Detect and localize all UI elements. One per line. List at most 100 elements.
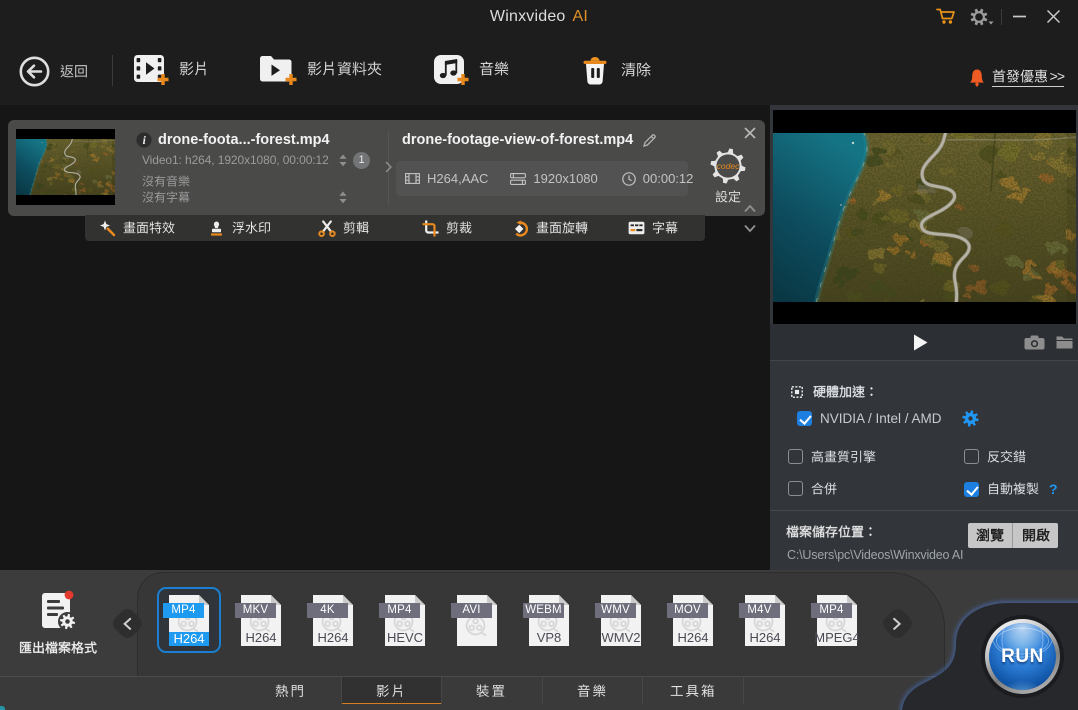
- file-entry-card[interactable]: i drone-foota...-forest.mp4 Video1: h264…: [8, 120, 765, 216]
- video-add-icon: [133, 54, 170, 86]
- merge-label: [811, 481, 837, 496]
- edit-tool-watermark[interactable]: [188, 220, 291, 237]
- minimize-button[interactable]: [1002, 0, 1036, 33]
- snapshot-camera-icon[interactable]: [1024, 335, 1045, 350]
- export-format-button[interactable]: [8, 588, 108, 655]
- format-card-doc: WMVWMV2: [601, 595, 641, 646]
- corner-accent: [0, 706, 5, 710]
- list-scroll-arrows[interactable]: [743, 200, 757, 240]
- format-codec-label: WMV2: [597, 630, 645, 645]
- format-card-4k-h264[interactable]: 4KH264: [297, 584, 369, 656]
- open-button[interactable]: [1013, 523, 1058, 548]
- edit-tool-label: [446, 221, 472, 236]
- hq-engine-checkbox[interactable]: [788, 449, 803, 464]
- storage-label-text: [786, 524, 872, 539]
- edit-tool-trim[interactable]: [292, 220, 395, 237]
- deinterlace-checkbox[interactable]: [964, 449, 979, 464]
- format-container-ribbon: 4K: [307, 603, 348, 619]
- promo-label: [992, 68, 1048, 84]
- app-title-accent: AI: [573, 8, 589, 26]
- preview-controls: [770, 324, 1078, 361]
- audio-track-status[interactable]: [142, 174, 190, 188]
- settings-menu-button[interactable]: [963, 0, 1001, 33]
- edit-tool-rotate[interactable]: [498, 220, 601, 237]
- tab-熱門[interactable]: [241, 677, 342, 705]
- subtitle-status-text: [142, 191, 190, 205]
- duration-chip-text: 00:00:12: [643, 171, 694, 186]
- format-card-mov-h264[interactable]: MOV H264: [657, 584, 729, 656]
- effects-icon: [99, 220, 116, 237]
- open-folder-icon[interactable]: [1056, 335, 1073, 349]
- scroll-down-icon[interactable]: [743, 224, 757, 233]
- main-toolbar: >>: [0, 33, 1078, 105]
- format-codec-label: H264: [741, 630, 789, 645]
- open-label: [1022, 528, 1050, 544]
- cpu-chip-icon: [789, 384, 805, 400]
- format-card-wmv-wmv2[interactable]: WMV WMV2: [585, 584, 657, 656]
- clear-button[interactable]: [578, 54, 651, 87]
- codec-chip: H264,AAC: [405, 171, 488, 186]
- gpu-checkbox[interactable]: [797, 411, 812, 426]
- gear-icon: [970, 8, 994, 26]
- format-container-ribbon: WMV: [595, 603, 636, 619]
- merge-checkbox[interactable]: [788, 481, 803, 496]
- source-file-name: drone-foota...-forest.mp4: [158, 132, 330, 148]
- play-button[interactable]: [913, 334, 928, 351]
- format-card-mp4-h264[interactable]: MP4H264: [153, 584, 225, 656]
- app-title-text: Winxvideo: [490, 8, 566, 26]
- hq-engine-option[interactable]: [788, 449, 876, 464]
- auto-copy-checkbox[interactable]: [964, 482, 979, 497]
- edit-tool-effects[interactable]: [85, 220, 188, 237]
- scroll-up-icon[interactable]: [743, 204, 757, 213]
- format-container-ribbon: MOV: [667, 603, 708, 619]
- store-cart-button[interactable]: [929, 0, 963, 33]
- tab-影片[interactable]: [342, 677, 443, 705]
- back-button[interactable]: [18, 55, 88, 88]
- codec-gear-icon: codec: [709, 147, 747, 185]
- storage-path[interactable]: C:\Users\pc\Videos\Winxvideo AI: [787, 548, 963, 562]
- deinterlace-option[interactable]: [964, 449, 1026, 464]
- hw-accel-title: [813, 385, 873, 400]
- auto-copy-help[interactable]: ?: [1049, 481, 1058, 497]
- resolution-icon: [510, 173, 526, 185]
- edit-tool-subtitle[interactable]: [602, 221, 705, 236]
- run-button[interactable]: RUN: [985, 619, 1060, 694]
- rename-pencil-icon[interactable]: [642, 133, 657, 148]
- hw-accel-header: [789, 384, 873, 400]
- format-card-doc: MP4MPEG4: [817, 595, 857, 646]
- tab-工具箱[interactable]: [643, 677, 744, 705]
- video-track-text: Video1: h264, 1920x1080, 00:00:12: [142, 153, 329, 167]
- info-icon[interactable]: i: [136, 132, 152, 148]
- format-card-mkv-h264[interactable]: MKVH264: [225, 584, 297, 656]
- chevron-left-icon: [122, 617, 133, 631]
- tab-音樂[interactable]: [543, 677, 644, 705]
- remove-file-icon[interactable]: [742, 125, 758, 141]
- format-card-mp4-mpeg4[interactable]: MP4MPEG4: [801, 584, 873, 656]
- add-video-folder-button[interactable]: [258, 54, 382, 86]
- edit-tool-crop[interactable]: [395, 220, 498, 237]
- merge-option[interactable]: [788, 481, 837, 496]
- toolbar-separator: [112, 55, 113, 86]
- tab-裝置[interactable]: [442, 677, 543, 705]
- export-doc-icon: [34, 588, 82, 634]
- auto-copy-option[interactable]: ?: [964, 481, 1058, 497]
- format-card-m4v-h264[interactable]: M4VH264: [729, 584, 801, 656]
- add-video-button[interactable]: [133, 54, 209, 86]
- format-card-webm-vp8[interactable]: WEBMVP8: [513, 584, 585, 656]
- track-select-arrows-icon[interactable]: [338, 154, 348, 167]
- subtitle-select-arrows-icon[interactable]: [338, 191, 348, 204]
- video-thumbnail[interactable]: [16, 129, 115, 205]
- format-codec-label: H264: [669, 630, 717, 645]
- promo-link[interactable]: >>: [969, 68, 1064, 87]
- gpu-option-row[interactable]: NVIDIA / Intel / AMD: [797, 410, 979, 427]
- video-preview[interactable]: [773, 110, 1076, 324]
- video-track-info[interactable]: Video1: h264, 1920x1080, 00:00:12: [142, 153, 329, 167]
- format-card-mp4-hevc[interactable]: MP4HEVC: [369, 584, 441, 656]
- format-card-avi[interactable]: AVI: [441, 584, 513, 656]
- browse-button[interactable]: [968, 523, 1013, 548]
- watermark-icon: [208, 220, 225, 237]
- close-button[interactable]: [1036, 0, 1070, 33]
- add-music-button[interactable]: [433, 54, 509, 86]
- subtitle-track-status[interactable]: [142, 191, 190, 205]
- gpu-settings-gear-icon[interactable]: [962, 410, 979, 427]
